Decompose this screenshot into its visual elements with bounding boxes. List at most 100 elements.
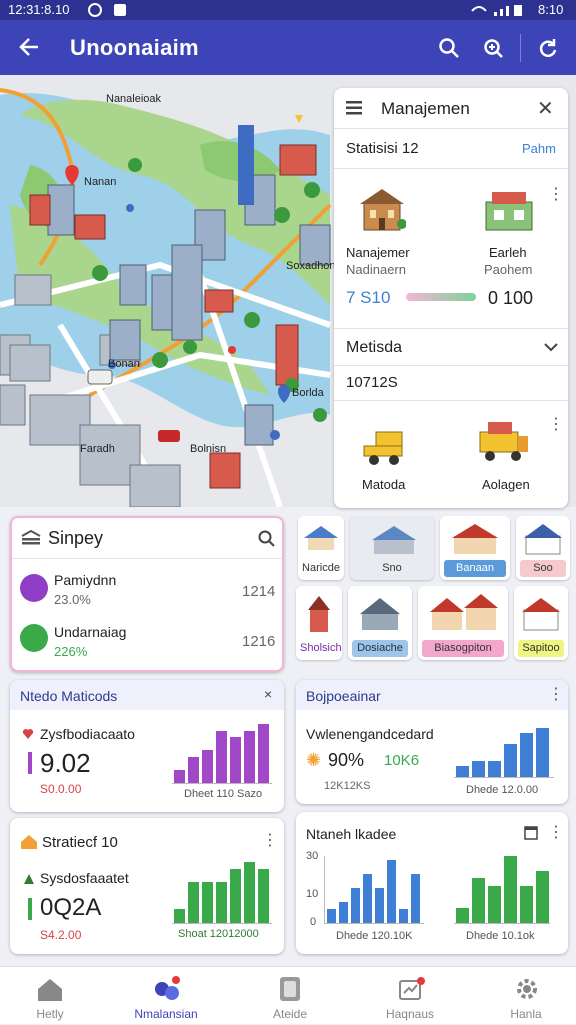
chart-bar <box>230 869 241 923</box>
building-tile[interactable]: Dosiache <box>348 586 412 660</box>
building-tile[interactable]: Banaan <box>440 516 510 580</box>
status-bar: 12:31:8.10 8:10 <box>0 0 576 20</box>
chart-bar <box>174 770 185 783</box>
range-slider[interactable] <box>406 293 476 301</box>
status-time: 12:31:8.10 <box>8 2 70 17</box>
building-tile[interactable]: Sapitoo <box>514 586 568 660</box>
dropdown-value[interactable]: 10712S <box>346 374 398 391</box>
chart-bar <box>202 750 213 783</box>
menu-icon[interactable] <box>346 101 362 115</box>
search-icon[interactable] <box>258 530 276 548</box>
row-value: 1216 <box>242 633 276 650</box>
chart-bar <box>456 908 469 923</box>
panel-title: Manajemen <box>381 99 470 118</box>
chart-bar <box>488 886 501 923</box>
map-label: Bolnisn <box>190 443 227 455</box>
stat-delta: S4.2.00 <box>40 928 82 942</box>
stat-title: Vwlenengandcedard <box>306 726 434 742</box>
home-icon <box>38 979 62 1001</box>
signal-icon <box>471 5 522 16</box>
search-card: Sinpey Pamiydnn 23.0% 1214 Undarnaiag 22… <box>10 516 284 672</box>
stats-label: Statisisi 12 <box>346 140 419 157</box>
chart-bar <box>230 737 241 783</box>
row-name: Undarnaiag <box>54 624 127 640</box>
map-label: Faradh <box>80 443 115 455</box>
heart-icon <box>22 729 34 739</box>
stats-action-link[interactable]: Pahm <box>522 141 556 156</box>
nav-item-map[interactable]: Nmalansian <box>116 967 216 1025</box>
chart-footer: Shoat 12012000 <box>178 928 259 940</box>
more-options-icon[interactable]: ⋮ <box>262 830 278 850</box>
chart-bar <box>387 860 396 923</box>
notification-icon <box>88 3 102 17</box>
chart-bar <box>536 871 549 923</box>
nav-item-settings[interactable]: Hanla <box>476 967 576 1025</box>
gear-icon <box>517 979 537 999</box>
nav-item-activity[interactable]: Ateide <box>240 967 340 1025</box>
chart-bar <box>339 902 348 923</box>
stat-card: Ntedo Maticods × Zysfbodiacaato 9.02 S0.… <box>10 680 284 812</box>
app-bar: Unoonaiaim <box>0 20 576 75</box>
map-label: Nanaleioak <box>106 93 162 105</box>
nav-item-home[interactable]: Hetly <box>0 967 100 1025</box>
more-options-icon[interactable]: ⋮ <box>548 184 564 204</box>
bar-chart <box>454 724 554 778</box>
chart-bar <box>327 909 336 923</box>
stat-delta: S0.0.00 <box>40 782 82 796</box>
close-icon[interactable]: × <box>264 686 272 702</box>
more-options-icon[interactable]: ⋮ <box>548 414 564 434</box>
chart-bar <box>258 724 269 783</box>
status-clock: 8:10 <box>538 2 564 17</box>
item-subtitle: Nadinaern <box>346 262 406 277</box>
chart-bar <box>202 882 213 923</box>
chart-bar <box>363 874 372 923</box>
truck-icon <box>479 422 528 461</box>
chart-bar <box>520 733 533 777</box>
search-card-title: Sinpey <box>48 528 104 548</box>
window-icon[interactable] <box>524 826 538 840</box>
category-avatar <box>20 574 48 602</box>
building-tile[interactable]: Sholsicho <box>296 586 342 660</box>
chart-bar <box>488 761 501 777</box>
refresh-search-icon[interactable] <box>482 37 504 59</box>
building-tile[interactable]: Sno <box>350 516 434 580</box>
chart-bar <box>174 909 185 923</box>
chart-footer: Dheet 110 Sazo <box>184 788 263 800</box>
y-tick: 0 <box>310 916 317 928</box>
building-tile[interactable]: Soo <box>516 516 570 580</box>
office-building-icon <box>360 189 406 231</box>
chart-bar <box>504 744 517 777</box>
item-name: Earleh <box>489 245 527 260</box>
search-icon[interactable] <box>438 37 460 59</box>
stat-secondary-value: 10K6 <box>384 752 420 769</box>
chart-bar <box>399 909 408 923</box>
bar-chart <box>172 720 272 784</box>
stat-value: 0Q2A <box>40 894 102 921</box>
item-name: Nanajemer <box>346 245 410 260</box>
chevron-down-icon[interactable] <box>544 342 558 352</box>
stat-card: Stratiecf 10 ⋮ Sysdosfaaatet 0Q2A S4.2.0… <box>10 818 284 954</box>
page-title: Unoonaiaim <box>70 35 199 60</box>
bar-chart <box>324 856 424 924</box>
list-icon <box>21 530 41 545</box>
chart-bar <box>411 874 420 923</box>
building-tile[interactable]: Naricde <box>298 516 344 580</box>
chart-bar <box>216 731 227 783</box>
building-tile[interactable]: Biasogpiton <box>418 586 508 660</box>
map-label: Borlda <box>292 387 324 399</box>
stat-title: Sysdosfaaatet <box>40 870 129 886</box>
chart-bar <box>472 878 485 923</box>
back-arrow-icon[interactable] <box>18 36 40 58</box>
more-options-icon[interactable]: ⋮ <box>548 684 564 704</box>
stat-card-header: Stratiecf 10 <box>42 834 118 851</box>
bar-chart <box>172 858 272 924</box>
nav-item-messages[interactable]: Haqnaus <box>360 967 460 1025</box>
more-options-icon[interactable]: ⋮ <box>548 822 564 842</box>
stat-card-header: Ntedo Maticods <box>20 688 118 704</box>
chart-bar <box>216 882 227 923</box>
refresh-icon[interactable] <box>537 37 559 59</box>
close-icon[interactable]: ✕ <box>537 96 554 121</box>
map-label: Bonan <box>108 358 140 370</box>
chart-footer: Dhede 120.10K <box>336 930 413 942</box>
location-pins-icon <box>155 976 180 1000</box>
